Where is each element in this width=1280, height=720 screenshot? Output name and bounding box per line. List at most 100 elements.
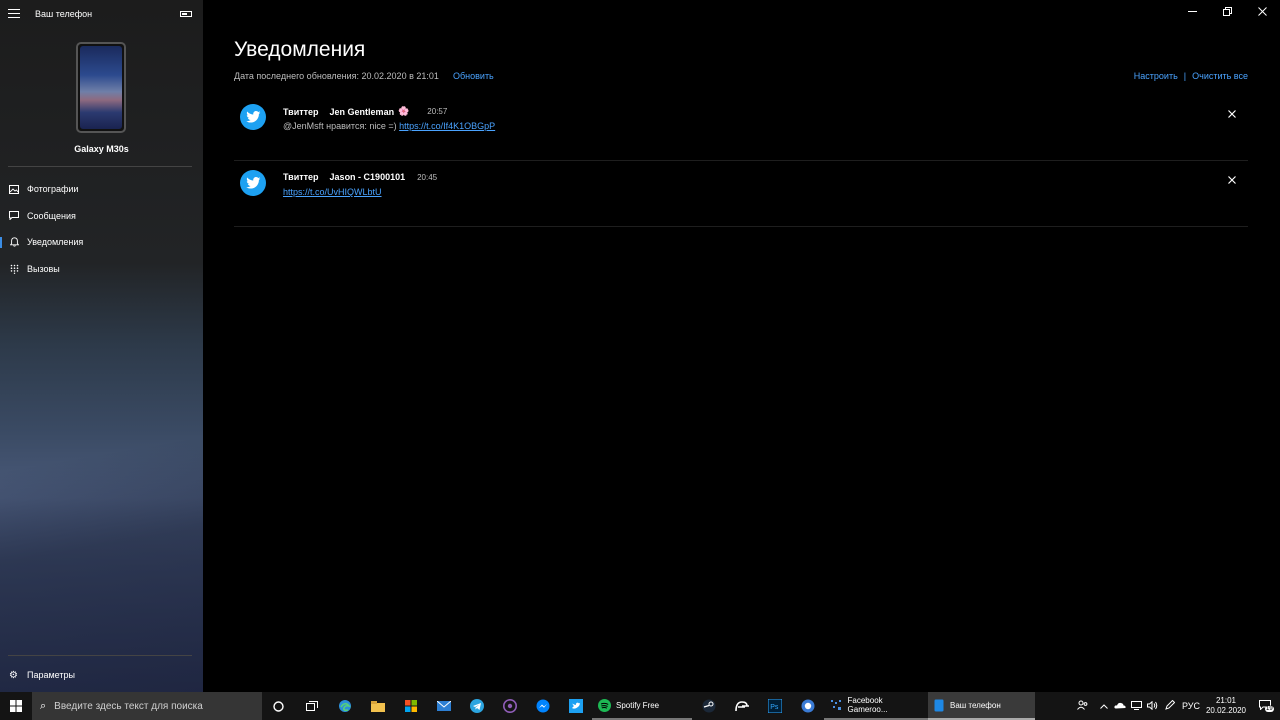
close-icon [1228,176,1236,184]
notification-body: https://t.co/UvHIQWLbtU [283,187,382,197]
photos-icon [9,184,19,194]
messages-icon [9,211,19,221]
sidebar-item-label: Фотографии [27,184,79,195]
messenger-icon[interactable] [526,692,559,720]
spotify-icon [598,698,611,712]
clock-date: 20.02.2020 [1205,706,1247,715]
pen-icon[interactable] [1160,699,1180,712]
taskbar: ⌕ Введите здесь текст для поиска Spotify… [0,692,1280,720]
notification-item[interactable]: Твиттер Jason - C1900101 20:45 https://t… [234,161,1248,227]
search-icon: ⌕ [40,699,47,712]
sidebar-item-notifications[interactable]: Уведомления [0,229,203,256]
notification-header: Твиттер Jason - C1900101 20:45 [283,172,437,182]
close-window-button[interactable] [1245,0,1280,22]
gear-icon: ⚙ [9,669,18,681]
edge-icon[interactable] [328,692,361,720]
gameroom-icon [831,699,841,710]
telegram-icon[interactable] [460,692,493,720]
settings-button[interactable]: ⚙ Параметры [0,664,203,686]
settings-label: Параметры [27,670,75,680]
hamburger-menu-icon[interactable] [8,9,20,19]
twitter-app-icon[interactable] [559,692,592,720]
minimize-icon [1188,10,1197,12]
taskbar-app-label: Spotify Free [616,700,660,710]
minimize-button[interactable] [1175,0,1210,22]
sidebar-item-label: Сообщения [27,210,76,221]
separator: | [1183,71,1187,81]
viber-icon[interactable] [493,692,526,720]
twitter-icon [240,104,266,130]
start-button[interactable] [0,692,32,720]
svg-text:Ps: Ps [770,704,779,711]
bell-icon [9,237,19,247]
close-icon [1228,110,1236,118]
dialpad-icon [9,264,19,274]
sidebar: Ваш телефон Galaxy M30s Фотографии Сообщ… [0,0,203,692]
sidebar-item-calls[interactable]: Вызовы [0,256,203,283]
window-controls [1175,0,1280,22]
app-name: Твиттер [283,172,319,182]
people-icon[interactable] [1068,700,1096,712]
clock-time: 21:01 [1215,696,1237,705]
notification-link[interactable]: https://t.co/UvHIQWLbtU [283,187,382,197]
steam-icon[interactable] [692,692,725,720]
onedrive-icon[interactable] [1112,701,1128,711]
windows-logo-icon [10,700,22,712]
device-name: Galaxy M30s [74,144,129,154]
main-content: Уведомления Дата последнего обновления: … [203,0,1280,692]
notification-time: 20:57 [427,107,448,116]
sidebar-nav: Фотографии Сообщения Уведомления Вызовы [0,176,203,282]
app-icon[interactable] [725,692,758,720]
input-language[interactable]: РУС [1180,701,1202,711]
twitter-icon [240,170,266,196]
dismiss-notification-button[interactable] [1228,109,1236,121]
clock[interactable]: 21:01 20.02.2020 [1202,696,1250,716]
wallpaper-mountain [0,362,203,692]
restore-icon [1223,6,1232,16]
search-placeholder: Введите здесь текст для поиска [54,700,203,712]
battery-icon [180,11,192,17]
photoshop-icon[interactable]: Ps [758,692,791,720]
notification-header: Твиттер Jen Gentleman 🌸 20:57 [283,106,447,117]
customize-link[interactable]: Настроить [1134,71,1178,81]
app-title: Ваш телефон [35,9,93,19]
sidebar-header: Ваш телефон [0,0,203,28]
sidebar-item-label: Уведомления [27,237,84,248]
taskbar-search-box[interactable]: ⌕ Введите здесь текст для поиска [32,692,262,720]
task-view-icon[interactable] [295,692,328,720]
refresh-link[interactable]: Обновить [453,71,494,81]
divider [8,166,192,167]
mail-icon[interactable] [427,692,460,720]
chevron-up-icon[interactable] [1096,701,1112,711]
notification-item[interactable]: Твиттер Jen Gentleman 🌸 20:57 @JenMsft н… [234,95,1248,161]
sidebar-item-messages[interactable]: Сообщения [0,203,203,230]
taskbar-app-label: Ваш телефон [950,700,1001,710]
store-icon[interactable] [394,692,427,720]
system-tray: РУС 21:01 20.02.2020 19 [1068,692,1280,720]
notification-link[interactable]: https://t.co/If4K1OBGpP [399,121,495,131]
divider [8,655,192,656]
taskbar-app-spotify[interactable]: Spotify Free [592,692,692,720]
clear-all-link[interactable]: Очистить все [1192,71,1248,81]
file-explorer-icon[interactable] [361,692,394,720]
phone-image [76,42,126,133]
close-icon [1258,6,1267,16]
volume-icon[interactable] [1144,700,1160,712]
dismiss-notification-button[interactable] [1228,175,1236,187]
cortana-icon[interactable] [262,692,295,720]
browser-icon[interactable] [791,692,824,720]
taskbar-app-facebook-gameroom[interactable]: Facebook Gameroo... [824,692,928,720]
taskbar-app-label: Facebook Gameroo... [847,696,888,714]
notification-actions: Настроить | Очистить все [1134,71,1248,81]
sidebar-item-label: Вызовы [27,263,60,274]
app-name: Твиттер [283,106,319,117]
last-updated-text: Дата последнего обновления: 20.02.2020 в… [234,71,439,81]
cherry-blossom-icon: 🌸 [398,106,410,116]
sidebar-item-photos[interactable]: Фотографии [0,176,203,203]
taskbar-app-your-phone[interactable]: Ваш телефон [928,692,1035,720]
restore-button[interactable] [1210,0,1245,22]
notification-time: 20:45 [417,172,438,182]
network-icon[interactable] [1128,700,1144,712]
action-center-icon[interactable]: 19 [1250,700,1280,712]
your-phone-icon [934,699,944,711]
